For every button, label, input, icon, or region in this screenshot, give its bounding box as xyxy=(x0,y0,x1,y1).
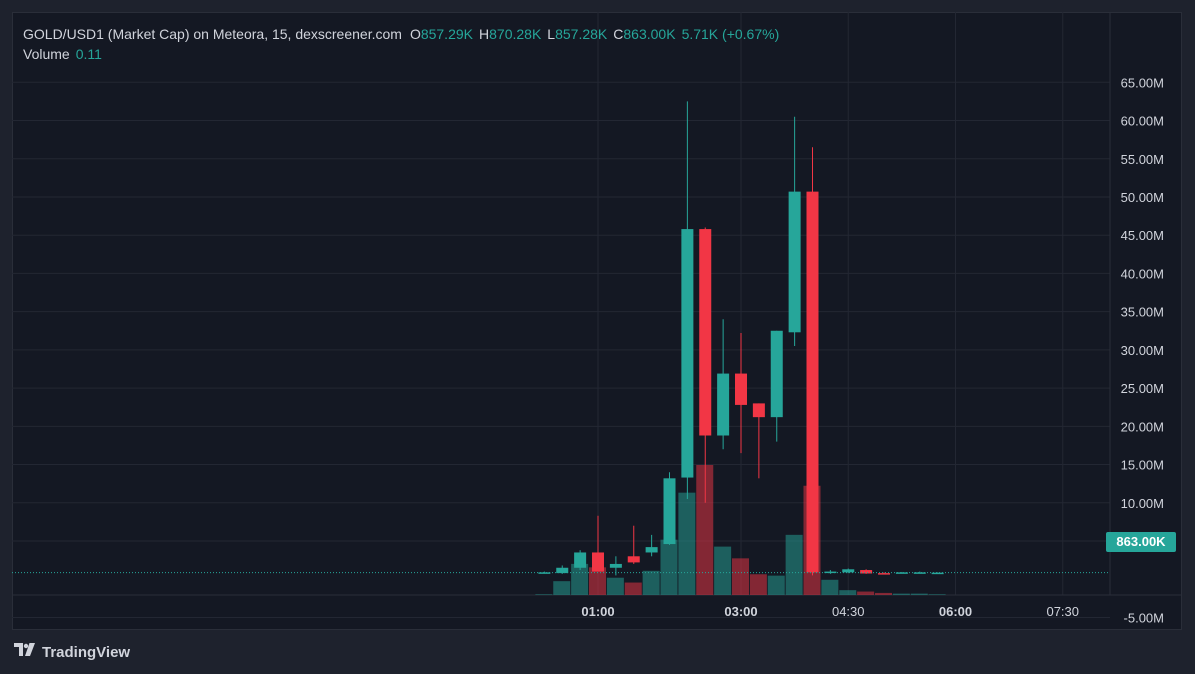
volume-bar xyxy=(857,591,875,595)
y-tick-label: 25.00M xyxy=(1121,381,1164,396)
volume-bar xyxy=(767,575,785,595)
chart-legend: GOLD/USD1 (Market Cap) on Meteora, 15, d… xyxy=(23,24,785,64)
candle-body xyxy=(627,556,640,563)
candle-body xyxy=(878,573,890,575)
y-tick-label: 60.00M xyxy=(1121,114,1164,129)
candle-body xyxy=(717,373,730,436)
tradingview-brand[interactable]: TradingView xyxy=(14,643,130,661)
x-axis: 01:00 03:00 04:30 06:00 07:30 xyxy=(581,604,1079,619)
brand-name: TradingView xyxy=(42,643,131,661)
y-tick-label: 20.00M xyxy=(1121,419,1164,434)
candle-body xyxy=(645,547,658,553)
open-value: 857.29K xyxy=(420,26,473,42)
y-tick-label: 55.00M xyxy=(1121,152,1164,167)
candle-body xyxy=(574,552,587,568)
candlestick-chart[interactable]: -5.00M5.00M10.00M15.00M20.00M25.00M30.00… xyxy=(12,12,1182,630)
volume-bar xyxy=(839,590,857,595)
candle-body xyxy=(806,191,819,573)
low-value: 857.28K xyxy=(555,26,608,42)
volume-bar xyxy=(553,581,571,595)
symbol-title[interactable]: GOLD/USD1 (Market Cap) on Meteora, 15, d… xyxy=(23,24,402,44)
x-tick-label: 07:30 xyxy=(1046,604,1079,619)
y-tick-label: 30.00M xyxy=(1121,343,1164,358)
volume-bar xyxy=(785,534,803,595)
open-label: O xyxy=(409,26,421,42)
volume-bar xyxy=(821,579,839,595)
volume-bar xyxy=(928,594,946,595)
candle-body xyxy=(681,229,694,478)
candle-body xyxy=(842,569,855,573)
y-tick-label: -5.00M xyxy=(1124,610,1164,625)
volume-bar xyxy=(714,546,732,595)
candle-body xyxy=(592,552,604,572)
x-tick-label: 06:00 xyxy=(939,604,972,619)
y-tick-label: 65.00M xyxy=(1121,75,1164,90)
y-tick-label: 40.00M xyxy=(1121,266,1164,281)
last-price-tag: 863.00K xyxy=(1106,532,1176,552)
candle-body xyxy=(788,191,801,333)
change-value: 5.71K (+0.67%) xyxy=(681,26,780,42)
volume-bar xyxy=(732,558,749,595)
close-value: 863.00K xyxy=(623,26,676,42)
candle-body xyxy=(770,330,783,418)
candle-body xyxy=(699,229,712,436)
candle-body xyxy=(752,403,765,418)
high-label: H xyxy=(479,26,490,42)
volume-bar xyxy=(624,582,642,595)
y-tick-label: 35.00M xyxy=(1121,305,1164,320)
low-label: L xyxy=(547,26,556,42)
volume-bar xyxy=(606,577,624,595)
tradingview-logo-icon xyxy=(14,643,36,661)
volume-bar xyxy=(875,592,892,595)
volume-bar xyxy=(642,570,660,595)
candle-body xyxy=(663,478,676,545)
high-value: 870.28K xyxy=(489,26,542,42)
x-tick-label: 04:30 xyxy=(832,604,865,619)
volume-bar xyxy=(910,593,928,595)
candle-body xyxy=(609,563,622,568)
y-tick-label: 10.00M xyxy=(1121,496,1164,511)
x-tick-label: 03:00 xyxy=(724,604,757,619)
y-tick-label: 50.00M xyxy=(1121,190,1164,205)
close-label: C xyxy=(613,26,624,42)
x-tick-label: 01:00 xyxy=(581,604,614,619)
volume-value: 0.11 xyxy=(75,46,102,62)
y-tick-label: 15.00M xyxy=(1121,458,1164,473)
grid xyxy=(12,12,1182,618)
volume-bar xyxy=(660,539,678,595)
candle-body xyxy=(735,373,747,405)
volume-bar xyxy=(678,492,696,595)
volume-bar xyxy=(892,593,910,595)
volume-bar xyxy=(535,594,553,595)
volume-label: Volume xyxy=(23,46,70,62)
y-tick-label: 45.00M xyxy=(1121,228,1164,243)
volume-bar xyxy=(749,574,767,595)
